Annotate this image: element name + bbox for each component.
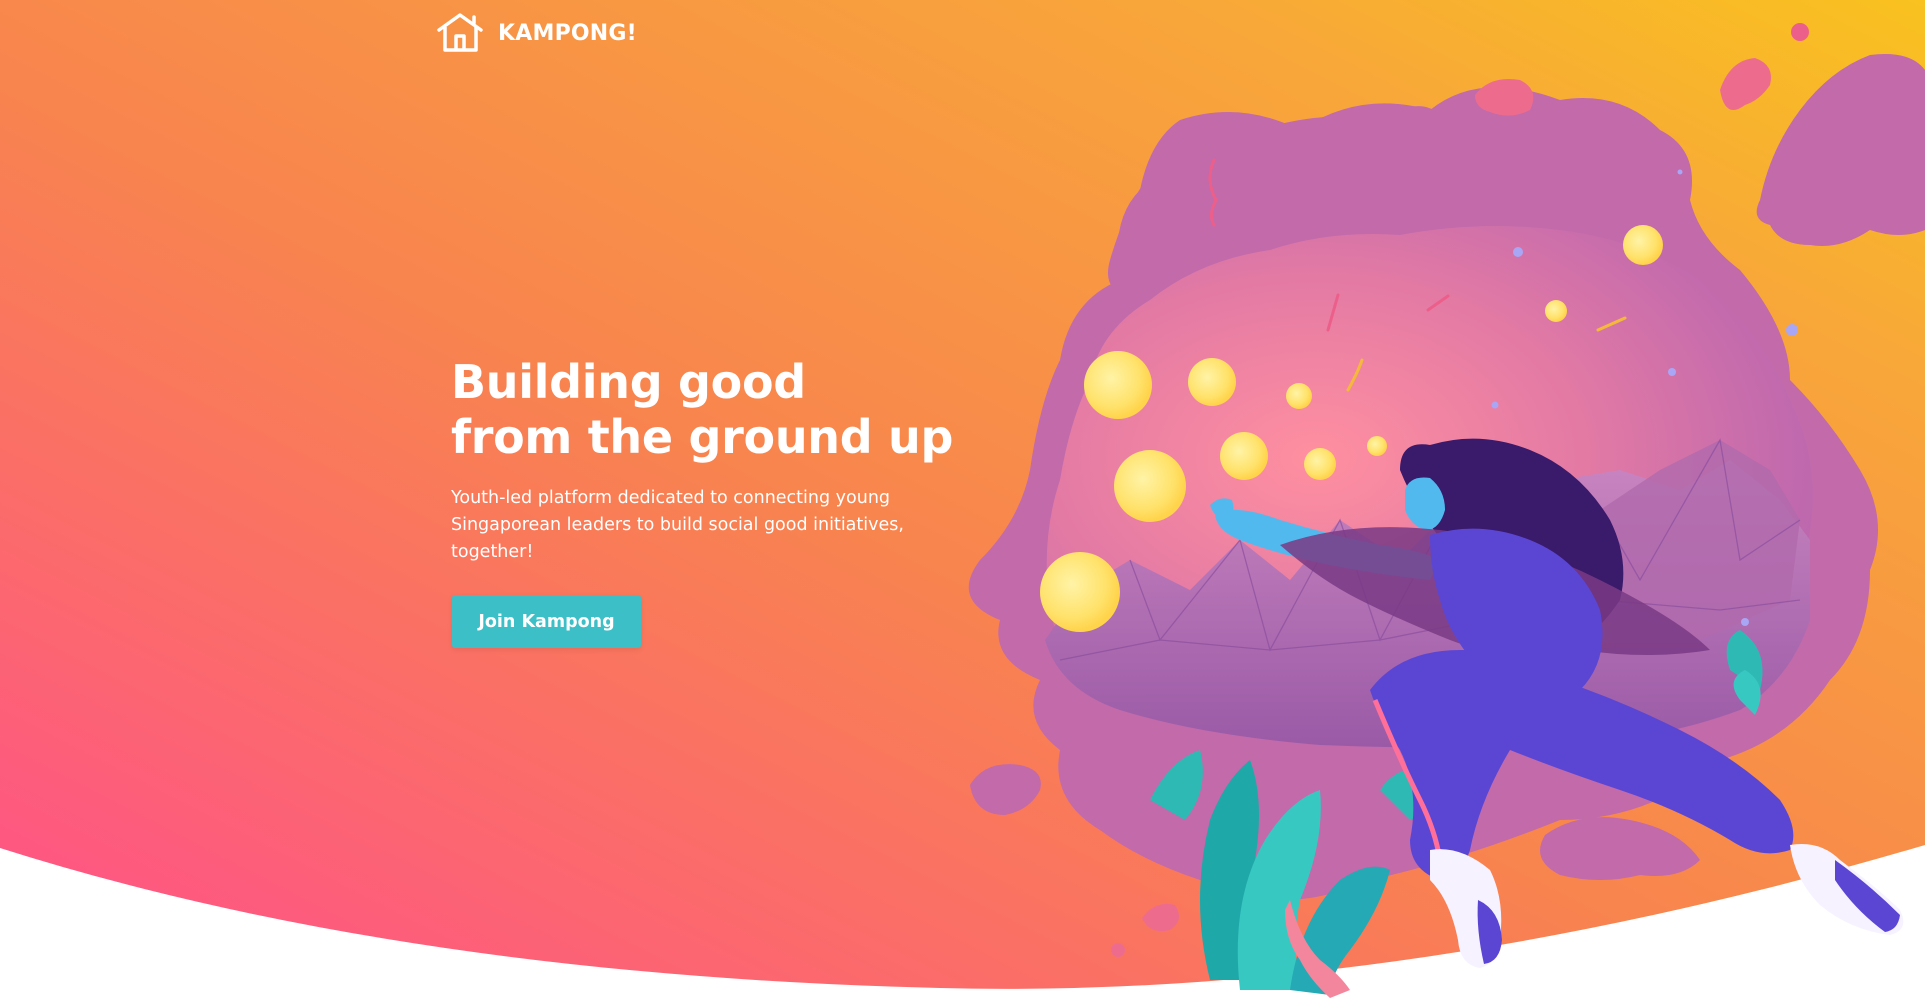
brand-name: KAMPONG! xyxy=(498,20,637,46)
brand-logo[interactable]: KAMPONG! xyxy=(436,12,637,54)
join-kampong-button[interactable]: Join Kampong xyxy=(452,595,641,648)
hero-content: Building good from the ground up Youth-l… xyxy=(451,355,991,566)
hero-headline-line1: Building good xyxy=(451,355,806,409)
house-icon xyxy=(436,12,490,54)
hero-headline: Building good from the ground up xyxy=(451,355,991,465)
hero-subtext: Youth-led platform dedicated to connecti… xyxy=(451,488,904,562)
hero-headline-line2: from the ground up xyxy=(451,410,954,464)
hero-section: KAMPONG! Building good from the ground u… xyxy=(0,0,1925,1000)
